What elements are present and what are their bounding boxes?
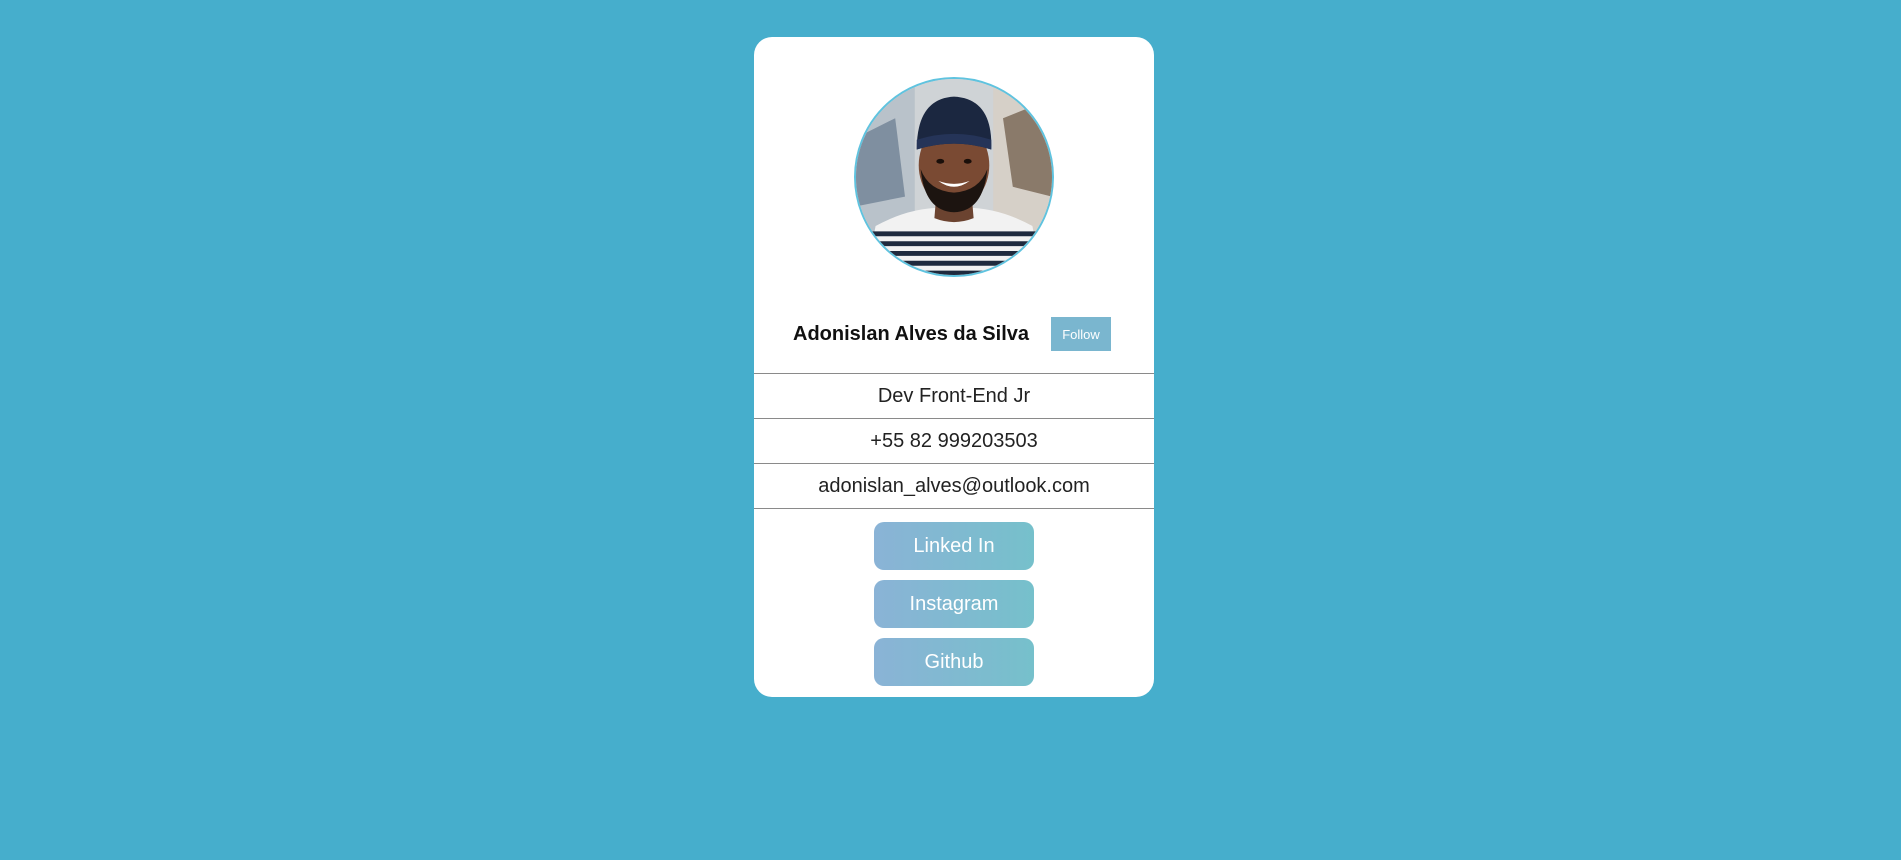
info-phone: +55 82 999203503	[754, 418, 1154, 463]
avatar	[854, 77, 1054, 277]
profile-card: Adonislan Alves da Silva Follow Dev Fron…	[754, 37, 1154, 697]
profile-name: Adonislan Alves da Silva	[793, 323, 1030, 345]
follow-button[interactable]: Follow	[1051, 317, 1111, 351]
avatar-photo-icon	[856, 79, 1052, 275]
github-button[interactable]: Github	[874, 638, 1034, 686]
info-role: Dev Front-End Jr	[754, 373, 1154, 418]
instagram-button[interactable]: Instagram	[874, 580, 1034, 628]
linkedin-button[interactable]: Linked In	[874, 522, 1034, 570]
name-row: Adonislan Alves da Silva Follow	[754, 309, 1154, 359]
info-email: adonislan_alves@outlook.com	[754, 463, 1154, 509]
